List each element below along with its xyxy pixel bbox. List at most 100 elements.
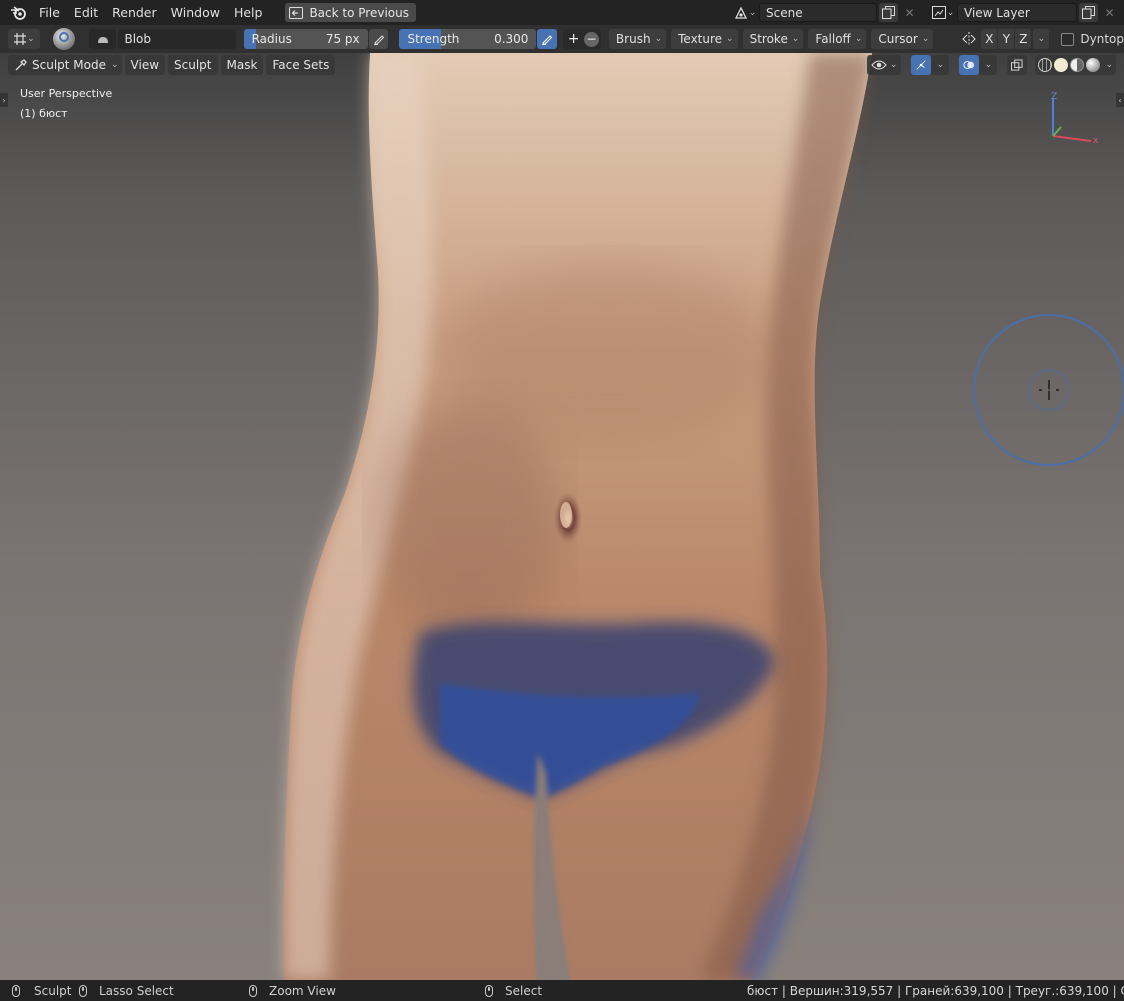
mode-label: Sculpt Mode — [32, 58, 106, 72]
symmetry-z-toggle[interactable]: Z — [1015, 29, 1032, 49]
radius-label: Radius — [251, 32, 292, 46]
viewport-menu-view[interactable]: View — [124, 55, 166, 75]
eye-icon — [871, 60, 887, 70]
mouse-left-icon — [12, 984, 20, 997]
radius-pressure-toggle[interactable] — [368, 29, 389, 49]
scene-name-field[interactable]: Scene — [759, 3, 877, 22]
menu-edit[interactable]: Edit — [67, 2, 105, 23]
gizmo-icon — [916, 60, 927, 70]
texture-dropdown[interactable]: Texture ⌄ — [671, 29, 738, 49]
viewport-header: Sculpt Mode ⌄ View Sculpt Mask Face Sets — [8, 55, 336, 75]
tool-settings-bar: ⌄ Blob Radius 75 px Strength 0.300 + − B… — [0, 25, 1124, 53]
chevron-down-icon: ⌄ — [654, 34, 663, 44]
scene-browse-dropdown[interactable]: ⌄ — [731, 3, 759, 22]
shading-mode-group: ⌄ — [1035, 55, 1116, 75]
gizmo-options-dropdown[interactable]: ⌄ — [931, 55, 950, 75]
viewport-overlay-controls: ⌄ ⌄ ⌄ ⌄ — [866, 55, 1116, 75]
mouse-drag-icon — [79, 984, 87, 997]
pen-pressure-icon — [373, 35, 384, 45]
symmetry-y-toggle[interactable]: Y — [998, 29, 1015, 49]
chevron-down-icon: ⌄ — [726, 34, 734, 44]
cursor-dropdown[interactable]: Cursor ⌄ — [871, 29, 934, 49]
cursor-dropdown-label: Cursor — [878, 32, 918, 46]
mode-dropdown[interactable]: Sculpt Mode ⌄ — [8, 55, 122, 75]
symmetry-icon[interactable] — [961, 31, 977, 47]
xray-toggle[interactable] — [1007, 55, 1028, 75]
menu-window[interactable]: Window — [164, 2, 227, 23]
status-bar: Sculpt Lasso Select Zoom View Select бюс… — [0, 980, 1124, 1001]
add-direction-icon[interactable]: + — [565, 30, 582, 48]
symmetry-options-dropdown[interactable]: ⌄ — [1033, 29, 1050, 49]
material-shading-icon[interactable] — [1070, 58, 1085, 72]
visibility-dropdown[interactable]: ⌄ — [866, 55, 902, 75]
blender-logo-icon[interactable] — [10, 5, 26, 21]
texture-dropdown-label: Texture — [678, 32, 723, 46]
scene-statistics: бюст | Вершин:319,557 | Граней:639,100 |… — [747, 983, 1124, 998]
strength-slider[interactable]: Strength 0.300 — [399, 29, 537, 49]
dyntopo-label: Dyntop — [1080, 32, 1124, 46]
navigation-axis-gizmo[interactable]: Z x — [1045, 91, 1105, 151]
viewport-menu-sculpt[interactable]: Sculpt — [168, 55, 218, 75]
stroke-dropdown-label: Stroke — [749, 32, 788, 46]
solid-shading-icon[interactable] — [1054, 58, 1069, 72]
wireframe-shading-icon[interactable] — [1038, 58, 1053, 72]
strength-label: Strength — [407, 32, 460, 46]
view-layer-browse-dropdown[interactable]: ⌄ — [929, 3, 957, 22]
strength-value: 0.300 — [494, 32, 529, 46]
status-select-label: Select — [505, 983, 543, 998]
stroke-dropdown[interactable]: Stroke ⌄ — [742, 29, 804, 49]
chevron-down-icon: ⌄ — [748, 7, 757, 18]
new-view-layer-button[interactable] — [1079, 3, 1098, 22]
chevron-down-icon: ⌄ — [984, 60, 993, 70]
view-layer-name-field[interactable]: View Layer — [957, 3, 1077, 22]
chevron-down-icon: ⌄ — [854, 34, 863, 44]
brush-preview-icon[interactable] — [52, 27, 76, 51]
chevron-down-icon: ⌄ — [791, 34, 800, 44]
scene-icon — [734, 6, 747, 19]
brush-dropdown[interactable]: Brush ⌄ — [608, 29, 667, 49]
brush-name-field[interactable]: Blob — [118, 29, 236, 49]
status-sculpt-label: Sculpt — [34, 983, 72, 998]
delete-view-layer-button[interactable]: ✕ — [1100, 3, 1119, 22]
back-to-previous-button[interactable]: Back to Previous — [285, 3, 416, 22]
menu-help[interactable]: Help — [227, 2, 270, 23]
menu-file[interactable]: File — [32, 2, 67, 23]
3d-viewport[interactable]: Sculpt Mode ⌄ View Sculpt Mask Face Sets… — [0, 53, 1124, 980]
chevron-down-icon[interactable]: ⌄ — [1105, 60, 1113, 70]
brush-cursor — [973, 314, 1124, 466]
viewport-menu-face-sets[interactable]: Face Sets — [266, 55, 336, 75]
brush-dropdown-label: Brush — [615, 32, 651, 46]
chevron-down-icon: ⌄ — [889, 60, 898, 70]
symmetry-x-toggle[interactable]: X — [981, 29, 998, 49]
chevron-down-icon: ⌄ — [111, 60, 119, 70]
editor-type-dropdown[interactable]: ⌄ — [8, 29, 40, 49]
gizmo-toggle[interactable] — [911, 55, 932, 75]
overlays-toggle[interactable] — [959, 55, 980, 75]
back-to-previous-label: Back to Previous — [309, 5, 409, 20]
menu-render[interactable]: Render — [105, 2, 164, 23]
delete-scene-button[interactable]: ✕ — [900, 3, 919, 22]
subtract-direction-icon[interactable]: − — [584, 31, 600, 47]
chevron-down-icon: ⌄ — [921, 34, 930, 44]
overlays-options-dropdown[interactable]: ⌄ — [979, 55, 998, 75]
back-screen-icon — [289, 6, 304, 19]
perspective-label: User Perspective — [20, 87, 113, 100]
duplicate-icon — [1082, 6, 1095, 19]
strength-pressure-toggle[interactable] — [537, 29, 558, 49]
falloff-dropdown[interactable]: Falloff ⌄ — [808, 29, 867, 49]
rendered-shading-icon[interactable] — [1086, 58, 1101, 72]
sidebar-expand-icon[interactable]: ‹ — [1116, 93, 1124, 107]
overlays-icon — [963, 61, 975, 69]
status-hint-zoom: Zoom View — [249, 980, 336, 1001]
new-scene-button[interactable] — [879, 3, 898, 22]
dyntopo-checkbox[interactable] — [1061, 32, 1075, 46]
brush-fake-user-icon[interactable] — [88, 29, 117, 49]
toolbar-expand-icon[interactable]: › — [0, 93, 8, 107]
symmetry-controls: X Y Z ⌄ — [961, 29, 1050, 49]
radius-slider[interactable]: Radius 75 px — [243, 29, 368, 49]
status-hint-select: Select — [485, 980, 542, 1001]
brush-icon — [97, 37, 108, 43]
viewport-menu-mask[interactable]: Mask — [220, 55, 264, 75]
status-hint-lasso: Lasso Select — [79, 980, 174, 1001]
chevron-down-icon: ⌄ — [1037, 34, 1046, 44]
